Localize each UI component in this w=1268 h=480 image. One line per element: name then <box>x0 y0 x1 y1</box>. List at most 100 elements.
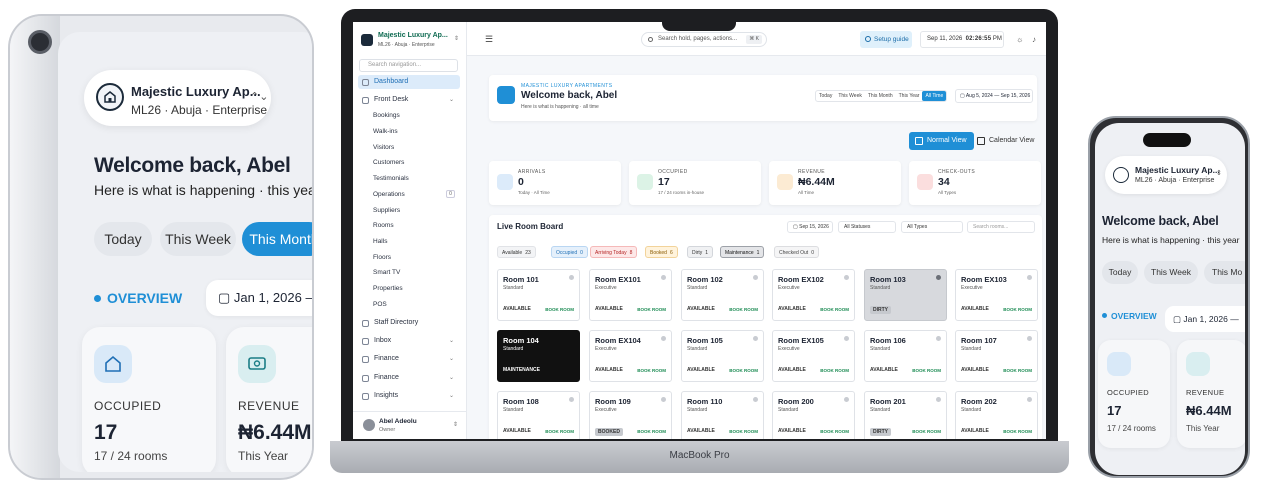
stat-check-outs: CHECK-OUTS 34 All Types <box>909 161 1041 205</box>
pill-this-week[interactable]: This Week <box>160 222 236 256</box>
book-room-button[interactable]: BOOK ROOM <box>820 429 849 434</box>
sidebar-item-label: Inbox <box>374 337 392 344</box>
sidebar-item-insights[interactable]: Insights ⌄ <box>358 389 460 403</box>
book-room-button[interactable]: BOOK ROOM <box>637 368 666 373</box>
overview-text: OVERVIEW <box>1111 311 1157 321</box>
sidebar-search-input[interactable]: Search navigation... <box>359 59 458 72</box>
book-room-button[interactable]: BOOK ROOM <box>1003 368 1032 373</box>
revenue-card: REVENUE ₦6.44M This Year <box>1177 340 1245 448</box>
book-room-button[interactable]: BOOK ROOM <box>729 307 758 312</box>
sidebar-sub-customers[interactable]: Customers <box>373 159 404 166</box>
room-card[interactable]: Room 106 Standard AVAILABLE BOOK ROOM <box>864 330 947 382</box>
book-room-button[interactable]: BOOK ROOM <box>729 429 758 434</box>
status-chip-checked-out[interactable]: Checked Out 0 <box>774 246 819 258</box>
room-card[interactable]: Room 104 Standard MAINTENANCE <box>497 330 580 382</box>
book-room-button[interactable]: BOOK ROOM <box>820 368 849 373</box>
sidebar-item-dashboard[interactable]: Dashboard <box>358 75 460 89</box>
setup-guide-button[interactable]: Setup guide <box>860 31 912 48</box>
book-room-button[interactable]: BOOK ROOM <box>912 429 941 434</box>
sidebar-sub-rooms[interactable]: Rooms <box>373 222 394 229</box>
calendar-view-button[interactable]: Calendar View <box>971 132 1041 150</box>
book-room-button[interactable]: BOOK ROOM <box>820 307 849 312</box>
room-card[interactable]: Room 103 Standard DIRTY <box>864 269 947 321</box>
sidebar-sub-halls[interactable]: Halls <box>373 238 387 245</box>
normal-view-button[interactable]: Normal View <box>909 132 974 150</box>
room-card[interactable]: Room 101 Standard AVAILABLE BOOK ROOM <box>497 269 580 321</box>
room-status: BOOKED <box>595 428 623 436</box>
tab-today[interactable]: Today <box>816 91 835 101</box>
sidebar-item-finance-2[interactable]: Finance ⌄ <box>358 371 460 385</box>
tab-this-year[interactable]: This Year <box>896 91 923 101</box>
book-room-button[interactable]: BOOK ROOM <box>637 429 666 434</box>
status-chip-occupied[interactable]: Occupied 0 <box>551 246 588 258</box>
sidebar-item-inbox[interactable]: Inbox ⌄ <box>358 334 460 348</box>
room-card[interactable]: Room 201 Standard DIRTY BOOK ROOM <box>864 391 947 439</box>
status-chip-available[interactable]: Available 23 <box>497 246 536 258</box>
room-card[interactable]: Room 108 Standard AVAILABLE BOOK ROOM <box>497 391 580 439</box>
status-chip-arriving-today[interactable]: Arriving Today 8 <box>590 246 638 258</box>
sidebar-sub-visitors[interactable]: Visitors <box>373 144 394 151</box>
menu-icon[interactable]: ☰ <box>485 34 493 45</box>
sidebar-sub-pos[interactable]: POS <box>373 301 387 308</box>
room-card[interactable]: Room 200 Standard AVAILABLE BOOK ROOM <box>772 391 855 439</box>
sidebar-sub-floors[interactable]: Floors <box>373 254 391 261</box>
book-room-button[interactable]: BOOK ROOM <box>1003 429 1032 434</box>
bell-icon[interactable]: ♪ <box>1032 35 1036 44</box>
type-filter-select[interactable]: All Types <box>901 221 963 233</box>
room-card[interactable]: Room 102 Standard AVAILABLE BOOK ROOM <box>681 269 764 321</box>
sidebar-item-front-desk[interactable]: Front Desk ⌄ <box>358 93 460 107</box>
pill-this-month[interactable]: This Mo <box>1204 261 1245 284</box>
book-room-button[interactable]: BOOK ROOM <box>545 429 574 434</box>
book-room-button[interactable]: BOOK ROOM <box>729 368 758 373</box>
sidebar-sub-testimonials[interactable]: Testimonials <box>373 175 409 182</box>
hotel-logo-icon <box>96 83 124 111</box>
global-search-input[interactable]: Search hold, pages, actions... ⌘ K <box>641 32 767 47</box>
tab-this-week[interactable]: This Week <box>835 91 865 101</box>
room-card[interactable]: Room 110 Standard AVAILABLE BOOK ROOM <box>681 391 764 439</box>
date-range-picker[interactable]: ▢ Jan 1, 2026 — <box>1165 306 1245 332</box>
status-filter-select[interactable]: All Statuses <box>838 221 896 233</box>
sidebar-sub-suppliers[interactable]: Suppliers <box>373 207 400 214</box>
room-card[interactable]: Room EX103 Executive AVAILABLE BOOK ROOM <box>955 269 1038 321</box>
property-switcher[interactable]: Majestic Luxury Ap... ML26 · Abuja · Ent… <box>1105 156 1227 194</box>
user-menu[interactable]: Abel Adeolu Owner ⇕ <box>353 411 467 439</box>
room-card[interactable]: Room 109 Executive BOOKED BOOK ROOM <box>589 391 672 439</box>
sidebar-sub-bookings[interactable]: Bookings <box>373 112 400 119</box>
stat-sub: All Time <box>798 190 815 195</box>
sidebar-sub-walk-ins[interactable]: Walk-ins <box>373 128 398 135</box>
date-range-picker[interactable]: ▢ Aug 5, 2024 — Sep 15, 2026 <box>955 89 1033 103</box>
status-chip-dirty[interactable]: Dirty 1 <box>687 246 714 258</box>
room-card[interactable]: Room 202 Standard AVAILABLE BOOK ROOM <box>955 391 1038 439</box>
tab-all-time[interactable]: All Time <box>922 91 947 101</box>
room-card[interactable]: Room EX104 Executive AVAILABLE BOOK ROOM <box>589 330 672 382</box>
board-date-picker[interactable]: ▢ Sep 15, 2026 <box>787 221 833 233</box>
book-room-button[interactable]: BOOK ROOM <box>1003 307 1032 312</box>
tab-this-month[interactable]: This Month <box>865 91 896 101</box>
sidebar-sub-properties[interactable]: Properties <box>373 285 403 292</box>
pill-today[interactable]: Today <box>94 222 152 256</box>
sidebar-sub-smart-tv[interactable]: Smart TV <box>373 269 400 276</box>
room-type: Standard <box>687 285 708 291</box>
property-switcher[interactable]: Majestic Luxury Ap... ML26 · Abuja · Ent… <box>361 31 461 53</box>
room-card[interactable]: Room 107 Standard AVAILABLE BOOK ROOM <box>955 330 1038 382</box>
room-search-input[interactable]: Search rooms... <box>967 221 1035 233</box>
book-room-button[interactable]: BOOK ROOM <box>637 307 666 312</box>
sun-icon[interactable]: ☼ <box>1016 35 1023 44</box>
room-card[interactable]: Room EX105 Executive AVAILABLE BOOK ROOM <box>772 330 855 382</box>
room-card[interactable]: Room EX102 Executive AVAILABLE BOOK ROOM <box>772 269 855 321</box>
pill-today[interactable]: Today <box>1102 261 1138 284</box>
property-switcher[interactable]: Majestic Luxury Ap... ML26 · Abuja · Ent… <box>84 70 271 126</box>
pill-this-month[interactable]: This Month <box>242 222 312 256</box>
sidebar-sub-operations[interactable]: Operations <box>373 191 405 198</box>
sidebar-item-staff-directory[interactable]: Staff Directory <box>358 316 460 330</box>
room-card[interactable]: Room 105 Standard AVAILABLE BOOK ROOM <box>681 330 764 382</box>
search-placeholder: Search hold, pages, actions... <box>658 36 738 42</box>
room-card[interactable]: Room EX101 Executive AVAILABLE BOOK ROOM <box>589 269 672 321</box>
status-chip-maintenance[interactable]: Maintenance 1 <box>720 246 765 258</box>
book-room-button[interactable]: BOOK ROOM <box>912 368 941 373</box>
pill-this-week[interactable]: This Week <box>1144 261 1198 284</box>
book-room-button[interactable]: BOOK ROOM <box>545 307 574 312</box>
sidebar-item-finance[interactable]: Finance ⌄ <box>358 352 460 366</box>
date-range-picker[interactable]: ▢ Jan 1, 2026 — S <box>206 280 312 316</box>
status-chip-booked[interactable]: Booked 6 <box>645 246 678 258</box>
